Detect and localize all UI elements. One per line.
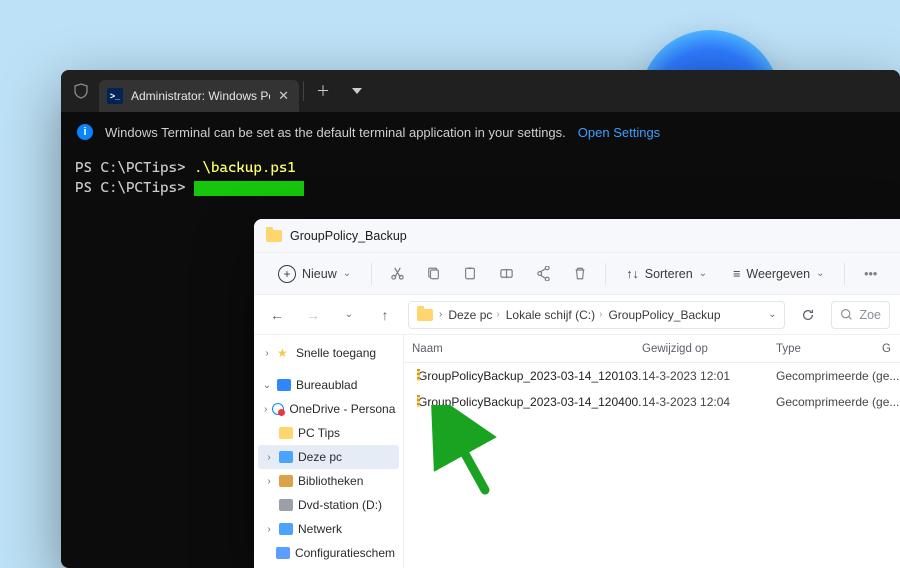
- shield-icon: [67, 83, 95, 99]
- tree-network[interactable]: ›Netwerk: [258, 517, 399, 541]
- powershell-icon: >_: [107, 88, 123, 104]
- terminal-line: PS C:\PCTips> .\backup.ps1: [75, 158, 886, 178]
- back-button[interactable]: ←: [264, 302, 290, 328]
- tab-title: Administrator: Windows Powe: [131, 89, 270, 103]
- rename-button[interactable]: [492, 259, 523, 289]
- breadcrumb-bar[interactable]: › Deze pc› Lokale schijf (C:)› GroupPoli…: [408, 301, 785, 329]
- window-title: GroupPolicy_Backup: [290, 229, 407, 243]
- close-tab-button[interactable]: ✕: [278, 88, 289, 104]
- tree-libraries[interactable]: ›Bibliotheken: [258, 469, 399, 493]
- new-button[interactable]: + Nieuw ⌄: [268, 259, 361, 289]
- file-list-pane: Naam Gewijzigd op Type G GroupPolicyBack…: [404, 335, 900, 568]
- divider: [303, 81, 304, 101]
- column-modified[interactable]: Gewijzigd op: [642, 343, 776, 355]
- prompt: PS C:\PCTips>: [75, 180, 194, 196]
- share-button[interactable]: [528, 259, 559, 289]
- explorer-toolbar: + Nieuw ⌄ ↑↓ Sorteren ⌄ ≡ Weergeven ⌄ ••…: [254, 253, 900, 295]
- search-box[interactable]: Zoe: [831, 301, 890, 329]
- recent-locations-button[interactable]: ⌄: [336, 302, 362, 328]
- explorer-titlebar[interactable]: GroupPolicy_Backup: [254, 219, 900, 253]
- tree-pctips[interactable]: PC Tips: [258, 421, 399, 445]
- up-button[interactable]: ↑: [372, 302, 398, 328]
- tree-desktop[interactable]: ⌄Bureaublad: [258, 373, 399, 397]
- terminal-info-bar: i Windows Terminal can be set as the def…: [61, 112, 900, 152]
- divider: [844, 263, 845, 285]
- breadcrumb-item[interactable]: Lokale schijf (C:)›: [506, 308, 603, 322]
- sort-button[interactable]: ↑↓ Sorteren ⌄: [616, 259, 717, 289]
- file-row[interactable]: GroupPolicyBackup_2023-03-14_120103.zip …: [404, 363, 900, 389]
- folder-icon: [266, 230, 282, 242]
- column-headers[interactable]: Naam Gewijzigd op Type G: [404, 335, 900, 363]
- chevron-down-icon: ⌄: [816, 268, 824, 279]
- info-text: Windows Terminal can be set as the defau…: [105, 125, 566, 140]
- view-icon: ≡: [733, 267, 740, 281]
- tree-onedrive[interactable]: ›OneDrive - Persona: [258, 397, 399, 421]
- command: .\backup.ps1: [194, 160, 296, 176]
- terminal-line: PS C:\PCTips>: [75, 178, 886, 198]
- chevron-down-icon: ⌄: [343, 268, 351, 279]
- refresh-button[interactable]: [795, 302, 821, 328]
- paste-button[interactable]: [455, 259, 486, 289]
- tree-this-pc[interactable]: ›Deze pc: [258, 445, 399, 469]
- chevron-right-icon: ›: [439, 309, 442, 320]
- terminal-body[interactable]: PS C:\PCTips> .\backup.ps1 PS C:\PCTips>: [61, 152, 900, 205]
- info-icon: i: [77, 124, 93, 140]
- divider: [605, 263, 606, 285]
- terminal-titlebar: >_ Administrator: Windows Powe ✕ ＋: [61, 70, 900, 112]
- chevron-down-icon[interactable]: ⌄: [768, 309, 776, 320]
- column-size[interactable]: G: [882, 343, 900, 355]
- breadcrumb-item[interactable]: GroupPolicy_Backup: [608, 308, 720, 322]
- breadcrumb-item[interactable]: Deze pc›: [448, 308, 499, 322]
- sort-icon: ↑↓: [626, 267, 639, 281]
- navigation-pane[interactable]: ›★Snelle toegang ⌄Bureaublad ›OneDrive -…: [254, 335, 404, 568]
- tree-dvd[interactable]: Dvd-station (D:): [258, 493, 399, 517]
- plus-icon: +: [278, 265, 296, 283]
- folder-icon: [417, 309, 433, 321]
- tree-quick-access[interactable]: ›★Snelle toegang: [258, 341, 399, 365]
- tab-dropdown-button[interactable]: [342, 76, 372, 106]
- terminal-tab[interactable]: >_ Administrator: Windows Powe ✕: [99, 80, 299, 112]
- new-label: Nieuw: [302, 267, 337, 281]
- explorer-window: GroupPolicy_Backup + Nieuw ⌄ ↑↓ Sorteren…: [254, 219, 900, 568]
- cut-button[interactable]: [382, 259, 413, 289]
- chevron-down-icon: ⌄: [699, 268, 707, 279]
- copy-button[interactable]: [419, 259, 450, 289]
- sort-label: Sorteren: [645, 267, 693, 281]
- cursor: [194, 181, 304, 196]
- tree-config[interactable]: Configuratieschem: [258, 541, 399, 565]
- delete-button[interactable]: [565, 259, 596, 289]
- prompt: PS C:\PCTips>: [75, 160, 194, 176]
- column-name[interactable]: Naam: [412, 343, 642, 355]
- view-label: Weergeven: [746, 267, 810, 281]
- explorer-address-bar: ← → ⌄ ↑ › Deze pc› Lokale schijf (C:)› G…: [254, 295, 900, 335]
- open-settings-link[interactable]: Open Settings: [578, 125, 660, 140]
- explorer-body: ›★Snelle toegang ⌄Bureaublad ›OneDrive -…: [254, 335, 900, 568]
- forward-button[interactable]: →: [300, 302, 326, 328]
- more-button[interactable]: •••: [855, 259, 886, 289]
- new-tab-button[interactable]: ＋: [308, 76, 338, 106]
- column-type[interactable]: Type: [776, 343, 882, 355]
- search-placeholder: Zoe: [859, 308, 881, 322]
- file-row[interactable]: GroupPolicyBackup_2023-03-14_120400.zip …: [404, 389, 900, 415]
- divider: [371, 263, 372, 285]
- view-button[interactable]: ≡ Weergeven ⌄: [723, 259, 834, 289]
- search-icon: [840, 308, 853, 321]
